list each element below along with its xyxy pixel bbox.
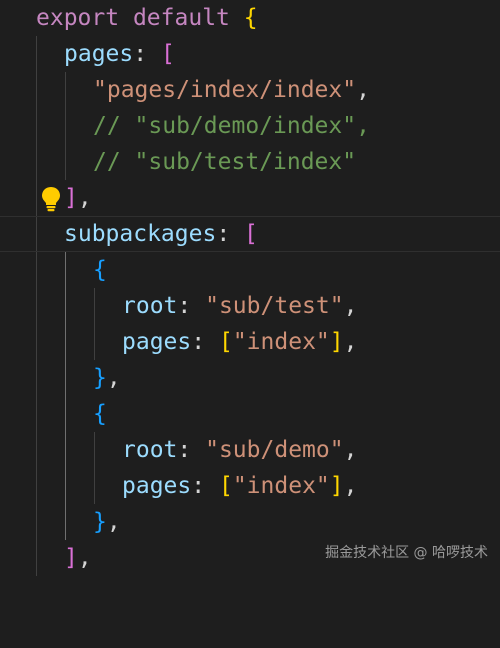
code-line-4[interactable]: // "sub/demo/index", [0, 108, 500, 144]
close-bracket: ] [329, 329, 344, 355]
string-value: "sub/demo" [205, 437, 344, 463]
code-line-2[interactable]: pages: [ [0, 36, 500, 72]
code-line-15[interactable]: }, [0, 504, 500, 540]
colon: : [177, 437, 192, 463]
code-line-5[interactable]: // "sub/test/index" [0, 144, 500, 180]
code-line-13[interactable]: root: "sub/demo", [0, 432, 500, 468]
comma: , [77, 545, 92, 571]
comment: // "sub/demo/index", [93, 113, 370, 139]
code-line-8[interactable]: { [0, 252, 500, 288]
comma: , [343, 437, 358, 463]
watermark: 掘金技术社区 @ 哈啰技术 [325, 545, 488, 561]
code-line-1[interactable]: export default { [0, 0, 500, 36]
open-bracket: [ [244, 221, 258, 247]
lightbulb-icon[interactable] [40, 186, 62, 212]
close-brace: } [93, 509, 107, 535]
code-line-14[interactable]: pages: ["index"], [0, 468, 500, 504]
open-bracket: [ [218, 473, 233, 499]
keyword-default: default [132, 5, 230, 31]
open-bracket: [ [218, 329, 233, 355]
close-bracket: ] [64, 185, 78, 211]
code-line-3[interactable]: "pages/index/index", [0, 72, 500, 108]
code-line-10[interactable]: pages: ["index"], [0, 324, 500, 360]
close-bracket: ] [329, 473, 344, 499]
string-value: "sub/test" [205, 293, 344, 319]
code-line-7-current[interactable]: subpackages: [ [0, 216, 500, 252]
property-pages: pages [122, 473, 192, 499]
code-line-12[interactable]: { [0, 396, 500, 432]
colon: : [216, 221, 231, 247]
colon: : [133, 41, 148, 67]
keyword-export: export [36, 5, 120, 31]
colon: : [191, 329, 206, 355]
property-subpackages: subpackages [64, 221, 217, 247]
code-line-9[interactable]: root: "sub/test", [0, 288, 500, 324]
open-bracket: [ [160, 41, 175, 67]
code-line-11[interactable]: }, [0, 360, 500, 396]
comma: , [106, 509, 121, 535]
open-brace: { [243, 5, 258, 31]
comma: , [356, 77, 370, 103]
comma: , [343, 293, 358, 319]
colon: : [191, 473, 206, 499]
property-pages: pages [122, 329, 192, 355]
comma: , [77, 185, 92, 211]
property-pages: pages [64, 41, 134, 67]
code-line-6[interactable]: ], [0, 180, 500, 216]
close-brace: } [93, 365, 107, 391]
comma: , [343, 329, 358, 355]
property-root: root [122, 437, 178, 463]
comma: , [343, 473, 358, 499]
open-brace: { [93, 401, 107, 427]
code-editor[interactable]: export default { pages: [ "pages/index/i… [0, 0, 500, 578]
string-value: "index" [232, 329, 330, 355]
property-root: root [122, 293, 178, 319]
colon: : [177, 293, 192, 319]
string-value: "pages/index/index" [93, 77, 357, 103]
comment: // "sub/test/index" [93, 149, 357, 175]
open-brace: { [93, 257, 107, 283]
comma: , [106, 365, 121, 391]
close-bracket: ] [64, 545, 78, 571]
string-value: "index" [232, 473, 330, 499]
